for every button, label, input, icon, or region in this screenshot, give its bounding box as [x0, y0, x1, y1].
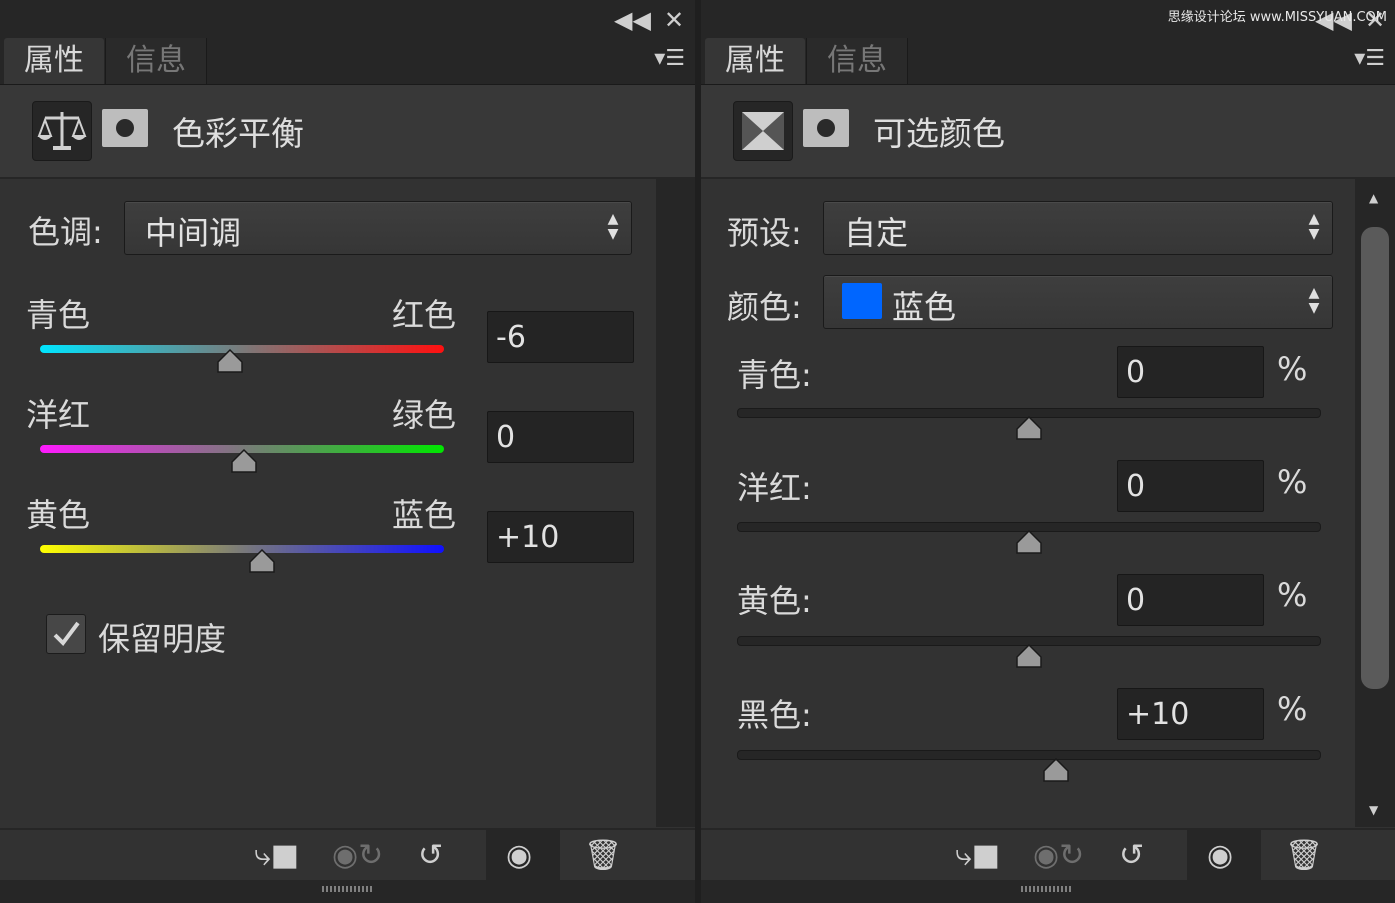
slider-blue-label: 蓝色: [392, 496, 457, 534]
visibility-eye-icon[interactable]: ◉: [1207, 838, 1233, 873]
visibility-eye-icon[interactable]: ◉: [506, 838, 532, 873]
collapse-icon[interactable]: ◀◀: [614, 6, 651, 34]
scrollbar[interactable]: [656, 179, 695, 827]
magenta-green-value: 0: [496, 420, 516, 455]
panel-top-bar: ◀◀ ✕: [0, 0, 695, 38]
yellow-blue-input[interactable]: +10: [487, 511, 634, 563]
reset-icon[interactable]: ↺: [418, 838, 443, 873]
yellow-input[interactable]: 0: [1117, 574, 1264, 626]
balance-scale-icon[interactable]: [32, 101, 92, 161]
black-track[interactable]: [737, 750, 1321, 760]
slider-red-label: 红色: [392, 296, 457, 334]
yellow-blue-track[interactable]: [40, 545, 444, 553]
color-select[interactable]: 蓝色 ▲ ▼: [823, 275, 1333, 329]
cyan-input[interactable]: 0: [1117, 346, 1264, 398]
scrollbar[interactable]: ▲ ▼: [1355, 179, 1395, 827]
view-previous-icon[interactable]: ◉↻: [332, 838, 383, 873]
panel-header: 色彩平衡: [0, 85, 695, 179]
magenta-input[interactable]: 0: [1117, 460, 1264, 512]
black-label: 黑色:: [737, 696, 812, 734]
cyan-thumb[interactable]: [1016, 416, 1042, 440]
selective-color-icon[interactable]: [733, 101, 793, 161]
magenta-thumb[interactable]: [1016, 530, 1042, 554]
tab-properties[interactable]: 属性: [4, 38, 104, 84]
yellow-label: 黄色:: [737, 582, 812, 620]
bottom-toolbar: ⤷■ ◉↻ ↺ ◉ 🗑: [0, 828, 695, 882]
trash-icon[interactable]: 🗑: [1285, 838, 1323, 873]
panel-title: 色彩平衡: [172, 114, 304, 153]
tone-label: 色调:: [28, 213, 103, 251]
cyan-label: 青色:: [737, 356, 812, 394]
percent-sign: %: [1277, 576, 1308, 614]
tab-properties[interactable]: 属性: [705, 38, 805, 84]
black-thumb[interactable]: [1043, 758, 1069, 782]
select-arrows-icon: ▲ ▼: [607, 211, 619, 242]
preset-select-value: 自定: [844, 214, 909, 252]
clip-to-layer-icon[interactable]: ⤷■: [254, 838, 299, 873]
color-select-value: 蓝色: [892, 288, 957, 326]
watermark: 思缘设计论坛 www.MISSYUAN.COM: [1167, 10, 1387, 25]
close-icon[interactable]: ✕: [664, 6, 684, 34]
preserve-luminosity-label: 保留明度: [98, 620, 227, 658]
magenta-value: 0: [1126, 469, 1146, 504]
tone-select[interactable]: 中间调 ▲ ▼: [124, 201, 632, 255]
cyan-value: 0: [1126, 355, 1146, 390]
resize-grip[interactable]: [0, 880, 695, 903]
yellow-blue-value: +10: [496, 520, 560, 555]
tab-info[interactable]: 信息: [806, 38, 908, 84]
preserve-luminosity-checkbox[interactable]: [46, 614, 86, 654]
preset-label: 预设:: [727, 214, 802, 252]
tone-select-value: 中间调: [145, 214, 242, 252]
layer-mask-icon[interactable]: [102, 109, 148, 147]
magenta-label: 洋红:: [737, 469, 812, 507]
yellow-value: 0: [1126, 583, 1146, 618]
color-swatch: [842, 283, 882, 319]
select-arrows-icon: ▲ ▼: [1308, 285, 1320, 316]
percent-sign: %: [1277, 463, 1308, 501]
panel-header: 可选颜色: [701, 85, 1395, 179]
panel-title: 可选颜色: [873, 114, 1005, 153]
preset-select[interactable]: 自定 ▲ ▼: [823, 201, 1333, 255]
tab-bar: 属性 信息 ▾☰: [0, 38, 695, 85]
panel-menu-icon[interactable]: ▾☰: [1354, 46, 1385, 71]
resize-grip[interactable]: [701, 880, 1395, 903]
tab-info[interactable]: 信息: [105, 38, 207, 84]
yellow-blue-thumb[interactable]: [249, 549, 275, 573]
layer-mask-icon[interactable]: [803, 109, 849, 147]
slider-magenta-label: 洋红: [26, 396, 91, 434]
checkmark-icon: [53, 621, 80, 647]
reset-icon[interactable]: ↺: [1119, 838, 1144, 873]
panel-menu-icon[interactable]: ▾☰: [654, 46, 685, 71]
cyan-red-thumb[interactable]: [217, 349, 243, 373]
selective-color-panel: ◀◀ ✕ 思缘设计论坛 www.MISSYUAN.COM 属性 信息 ▾☰ 可选…: [701, 0, 1395, 903]
black-value: +10: [1126, 697, 1190, 732]
scroll-up-icon[interactable]: ▲: [1369, 191, 1378, 205]
magenta-green-input[interactable]: 0: [487, 411, 634, 463]
tab-bar: 属性 信息 ▾☰: [701, 38, 1395, 85]
color-label: 颜色:: [727, 288, 802, 326]
select-arrows-icon: ▲ ▼: [1308, 211, 1320, 242]
percent-sign: %: [1277, 690, 1308, 728]
slider-cyan-label: 青色: [26, 296, 91, 334]
yellow-thumb[interactable]: [1016, 644, 1042, 668]
panel-top-bar: ◀◀ ✕ 思缘设计论坛 www.MISSYUAN.COM: [701, 0, 1395, 38]
magenta-green-thumb[interactable]: [231, 449, 257, 473]
slider-yellow-label: 黄色: [26, 496, 91, 534]
percent-sign: %: [1277, 350, 1308, 388]
scrollbar-thumb[interactable]: [1361, 227, 1389, 689]
cyan-red-input[interactable]: -6: [487, 311, 634, 363]
view-previous-icon[interactable]: ◉↻: [1033, 838, 1084, 873]
slider-green-label: 绿色: [392, 396, 457, 434]
black-input[interactable]: +10: [1117, 688, 1264, 740]
bottom-toolbar: ⤷■ ◉↻ ↺ ◉ 🗑: [701, 828, 1395, 882]
scroll-down-icon[interactable]: ▼: [1369, 803, 1378, 817]
clip-to-layer-icon[interactable]: ⤷■: [955, 838, 1000, 873]
trash-icon[interactable]: 🗑: [584, 838, 622, 873]
color-balance-panel: ◀◀ ✕ 属性 信息 ▾☰ 色彩平衡 色调: 中间调 ▲ ▼ 青色 红色 -6 洋…: [0, 0, 695, 903]
cyan-red-value: -6: [496, 320, 526, 355]
